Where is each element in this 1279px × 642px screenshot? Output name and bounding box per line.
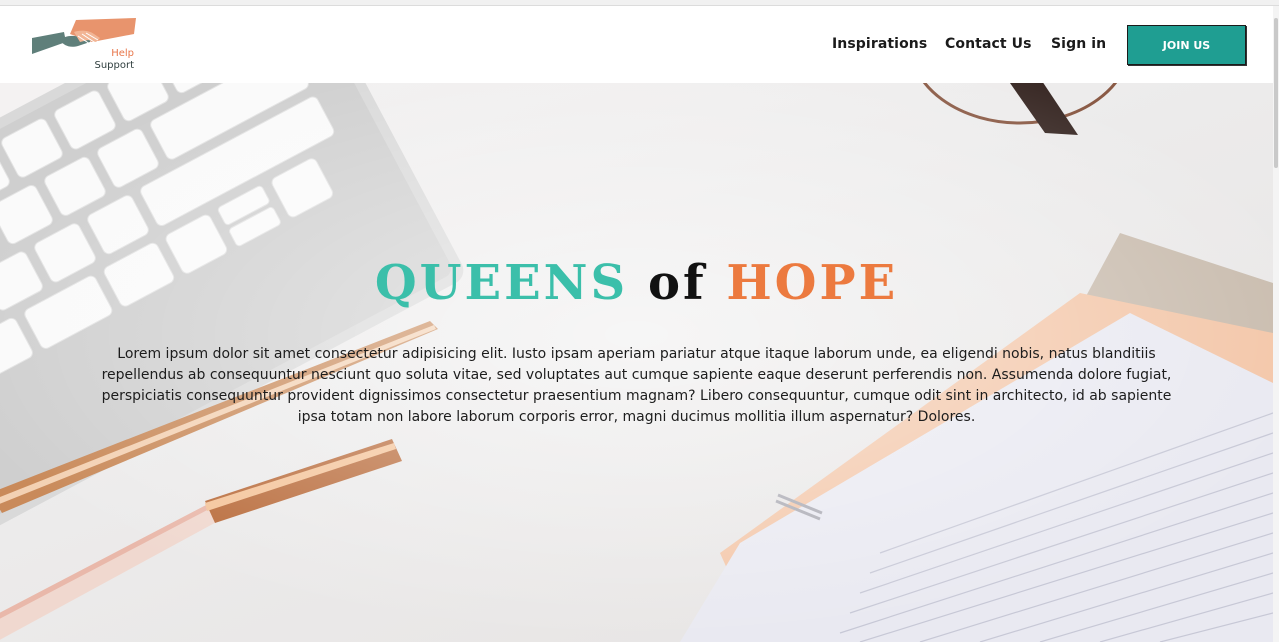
hero-title: QUEENS of HOPE (0, 255, 1273, 311)
page-scrollbar[interactable] (1273, 6, 1279, 642)
hero-title-of: of (647, 255, 707, 311)
site-header: Help Support Inspirations Contact Us Sig… (0, 6, 1273, 83)
nav-link-inspirations[interactable]: Inspirations (832, 36, 927, 52)
join-us-button[interactable]: JOIN US (1127, 25, 1246, 65)
scrollbar-thumb[interactable] (1274, 18, 1278, 168)
hero-title-hope: HOPE (726, 255, 899, 311)
nav-link-sign-in[interactable]: Sign in (1051, 36, 1106, 52)
logo-help-text: Help (111, 48, 134, 59)
hero-title-queens: QUEENS (374, 255, 629, 311)
nav-link-contact-us[interactable]: Contact Us (945, 36, 1032, 52)
logo-text: Help Support (82, 48, 134, 72)
hero-description: Lorem ipsum dolor sit amet consectetur a… (101, 346, 1172, 425)
logo-support-text: Support (94, 60, 134, 71)
hero-section: QUEENS of HOPE Lorem ipsum dolor sit ame… (0, 83, 1273, 642)
logo[interactable]: Help Support (30, 12, 140, 74)
